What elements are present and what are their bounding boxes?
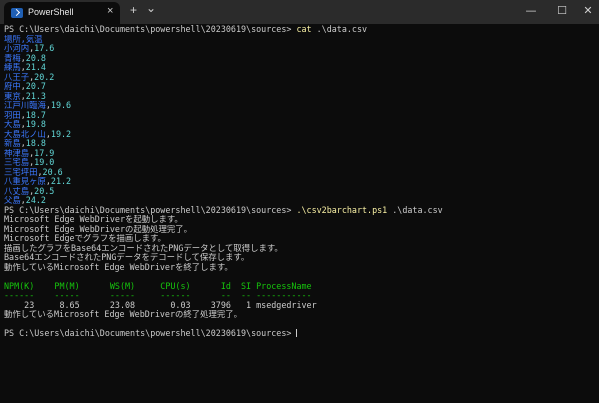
csv-row: 大島北ノ山,19.2 [4, 130, 599, 140]
command-line-3: PS C:\Users\daichi\Documents\powershell\… [4, 329, 599, 339]
csv-temperature: 19.0 [34, 158, 55, 167]
terminal-window: PowerShell × + ⌄ — ☐ ✕ PS C:\Users\daich… [0, 0, 599, 403]
csv-temperature: 18.7 [25, 110, 46, 120]
command-line-1: PS C:\Users\daichi\Documents\powershell\… [4, 25, 599, 35]
new-tab-button[interactable]: + [130, 3, 137, 17]
csv-place: 神津島 [4, 148, 30, 158]
csv-place: 練馬 [4, 63, 21, 72]
csv-row: 青梅,20.8 [4, 54, 599, 64]
csv-place: 三宅坪田 [4, 167, 38, 177]
csv-row: 八重見ヶ原,21.2 [4, 177, 599, 187]
output-line: Microsoft Edge WebDriverの起動処理完了。 [4, 224, 193, 234]
csv-temperature: 17.9 [34, 148, 55, 158]
csv-row: 神津島,17.9 [4, 149, 599, 159]
csv-row: 練馬,21.4 [4, 63, 599, 73]
csv-row: 大島,19.8 [4, 120, 599, 130]
csv-place: 府中 [4, 82, 21, 91]
csv-row: 父島,24.2 [4, 196, 599, 206]
output-line: 描画したグラフをBase64エンコードされたPNGデータとして取得します。 [4, 243, 283, 253]
csv-place: 大島北ノ山 [4, 129, 46, 139]
csv-temperature: 20.2 [34, 72, 55, 82]
maximize-button[interactable]: ☐ [551, 2, 573, 20]
csv-row: 江戸川臨海,19.6 [4, 101, 599, 111]
csv-temperature: 20.5 [34, 186, 55, 196]
csv-row: 八王子,20.2 [4, 73, 599, 83]
command-args: .\data.csv [387, 205, 443, 215]
csv-place: 小河内 [4, 44, 30, 53]
csv-temperature: 19.6 [50, 101, 72, 110]
command-name: .\csv2barchart.ps1 [296, 205, 388, 215]
csv-temperature: 21.3 [25, 91, 46, 101]
csv-temperature: 21.2 [50, 177, 72, 186]
csv-place: 大島 [4, 120, 21, 129]
csv-place: 羽田 [4, 110, 21, 120]
process-table-row: 23 8.65 23.08 0.03 3796 1 msedgedriver [4, 300, 317, 310]
output-line: Microsoft Edgeでグラフを描画します。 [4, 234, 166, 243]
minimize-button[interactable]: — [520, 2, 542, 20]
csv-place: 父島 [4, 196, 21, 205]
csv-temperature: 21.4 [25, 63, 46, 72]
command-args: .\data.csv [311, 25, 368, 34]
csv-place: 三宅島 [4, 158, 30, 167]
powershell-icon [11, 8, 23, 18]
csv-row: 三宅坪田,20.6 [4, 168, 599, 178]
final-message: 動作しているMicrosoft Edge WebDriverの終了処理完了。 [4, 310, 243, 319]
csv-place: 八重見ヶ原 [4, 177, 46, 186]
csv-place: 江戸川臨海 [4, 101, 46, 110]
process-table-header: NPM(K) PM(M) WS(M) CPU(s) Id SI ProcessN… [4, 281, 312, 291]
csv-temperature: 20.6 [42, 167, 63, 177]
prompt: PS C:\Users\daichi\Documents\powershell\… [4, 205, 297, 215]
cursor [296, 329, 298, 337]
tab-powershell[interactable]: PowerShell × [4, 2, 120, 24]
output-line: Microsoft Edge WebDriverを起動します。 [4, 215, 183, 224]
csv-temperature: 24.2 [25, 196, 46, 205]
csv-row: 東京,21.3 [4, 92, 599, 102]
csv-temperature: 19.2 [50, 129, 72, 139]
csv-place: 新島 [4, 139, 21, 148]
prompt: PS C:\Users\daichi\Documents\powershell\… [4, 25, 297, 34]
title-bar: PowerShell × + ⌄ — ☐ ✕ [0, 0, 599, 24]
csv-rows: 小河内,17.6 青梅,20.8 練馬,21.4 八王子,20.2 府中,20.7 東京,… [4, 44, 599, 206]
output-line: 動作しているMicrosoft Edge WebDriverを終了します。 [4, 262, 233, 272]
tab-dropdown-button[interactable]: ⌄ [146, 1, 156, 15]
csv-temperature: 20.8 [25, 53, 46, 63]
csv-row: 三宅島,19.0 [4, 158, 599, 168]
command-name: cat [296, 25, 312, 34]
csv-place: 八王子 [4, 72, 30, 82]
tab-title: PowerShell [28, 7, 74, 17]
csv-row: 八丈島,20.5 [4, 187, 599, 197]
csv-place: 八丈島 [4, 186, 30, 196]
csv-row: 羽田,18.7 [4, 111, 599, 121]
csv-temperature: 20.7 [25, 82, 46, 91]
csv-temperature: 18.8 [25, 139, 46, 148]
csv-row: 府中,20.7 [4, 82, 599, 92]
csv-row: 新島,18.8 [4, 139, 599, 149]
csv-place: 東京 [4, 91, 21, 101]
process-table-rule: ------ ----- ----- ------ -- -- --------… [4, 291, 312, 300]
csv-row: 小河内,17.6 [4, 44, 599, 54]
tab-close-button[interactable]: × [107, 5, 113, 17]
prompt: PS C:\Users\daichi\Documents\powershell\… [4, 329, 297, 338]
csv-place: 青梅 [4, 53, 21, 63]
output-line: Base64エンコードされたPNGデータをデコードして保存します。 [4, 253, 250, 262]
close-button[interactable]: ✕ [577, 2, 599, 20]
terminal-output[interactable]: PS C:\Users\daichi\Documents\powershell\… [0, 24, 599, 403]
csv-temperature: 17.6 [34, 44, 55, 53]
csv-temperature: 19.8 [25, 120, 46, 129]
csv-header: 場所,気温 [4, 34, 43, 44]
command-line-2: PS C:\Users\daichi\Documents\powershell\… [4, 206, 599, 216]
